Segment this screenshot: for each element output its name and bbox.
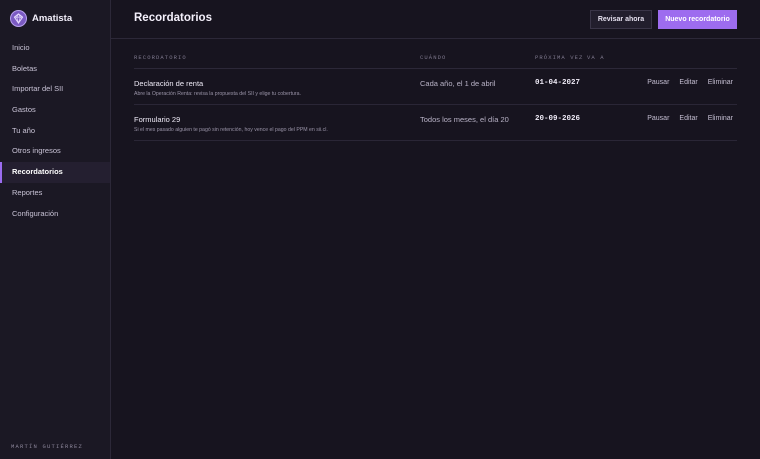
sidebar-item-boletas[interactable]: Boletas: [0, 59, 110, 80]
reminder-when: Todos los meses, el día 20: [420, 115, 509, 124]
gem-icon: [10, 10, 27, 27]
new-reminder-button[interactable]: Nuevo recordatorio: [658, 10, 737, 29]
edit-button[interactable]: Editar: [679, 79, 697, 86]
pause-button[interactable]: Pausar: [647, 115, 669, 122]
column-header-next: PRÓXIMA VEZ: [535, 54, 584, 61]
edit-button[interactable]: Editar: [679, 115, 697, 122]
brand[interactable]: Amatista: [10, 10, 72, 27]
sidebar-item-reportes[interactable]: Reportes: [0, 183, 110, 204]
reminder-name: Formulario 29: [134, 115, 181, 124]
sidebar-nav: Inicio Boletas Importar del SII Gastos T…: [0, 38, 110, 224]
table-header: RECORDATORIO CUÁNDO PRÓXIMA VEZ VA A: [134, 52, 737, 69]
reminders-table: RECORDATORIO CUÁNDO PRÓXIMA VEZ VA A Dec…: [134, 52, 737, 141]
delete-button[interactable]: Eliminar: [708, 115, 733, 122]
column-header-goes-to: VA A: [587, 54, 605, 61]
reminder-description: Abre la Operación Renta: revisa la propu…: [134, 91, 301, 97]
user-name[interactable]: MARTÍN GUTIÉRREZ: [11, 443, 83, 450]
sidebar-item-recordatorios[interactable]: Recordatorios: [0, 162, 110, 183]
page-title: Recordatorios: [134, 12, 212, 24]
column-header-when: CUÁNDO: [420, 54, 447, 61]
sidebar-item-configuracion[interactable]: Configuración: [0, 204, 110, 225]
table-row: Declaración de renta Abre la Operación R…: [134, 69, 737, 105]
reminder-name: Declaración de renta: [134, 79, 204, 88]
row-actions: Pausar Editar Eliminar: [637, 79, 733, 86]
sidebar-item-tu-ano[interactable]: Tu año: [0, 121, 110, 142]
reminder-description: Si el mes pasado alguien te pagó sin ret…: [134, 127, 328, 133]
page-header: Recordatorios Revisar ahora Nuevo record…: [111, 0, 760, 39]
delete-button[interactable]: Eliminar: [708, 79, 733, 86]
sidebar-item-otros-ingresos[interactable]: Otros ingresos: [0, 141, 110, 162]
sidebar-item-inicio[interactable]: Inicio: [0, 38, 110, 59]
reminder-next-date: 20-09-2026: [535, 115, 581, 123]
row-actions: Pausar Editar Eliminar: [637, 115, 733, 122]
sidebar-item-gastos[interactable]: Gastos: [0, 100, 110, 121]
reminder-when: Cada año, el 1 de abril: [420, 79, 496, 88]
pause-button[interactable]: Pausar: [647, 79, 669, 86]
table-row: Formulario 29 Si el mes pasado alguien t…: [134, 105, 737, 141]
review-now-button[interactable]: Revisar ahora: [590, 10, 652, 29]
column-header-reminder: RECORDATORIO: [134, 54, 187, 61]
sidebar-item-importar-sii[interactable]: Importar del SII: [0, 79, 110, 100]
main-content: Recordatorios Revisar ahora Nuevo record…: [111, 0, 760, 459]
app-name: Amatista: [32, 13, 73, 24]
reminder-next-date: 01-04-2027: [535, 79, 581, 87]
sidebar: Amatista Inicio Boletas Importar del SII…: [0, 0, 111, 459]
